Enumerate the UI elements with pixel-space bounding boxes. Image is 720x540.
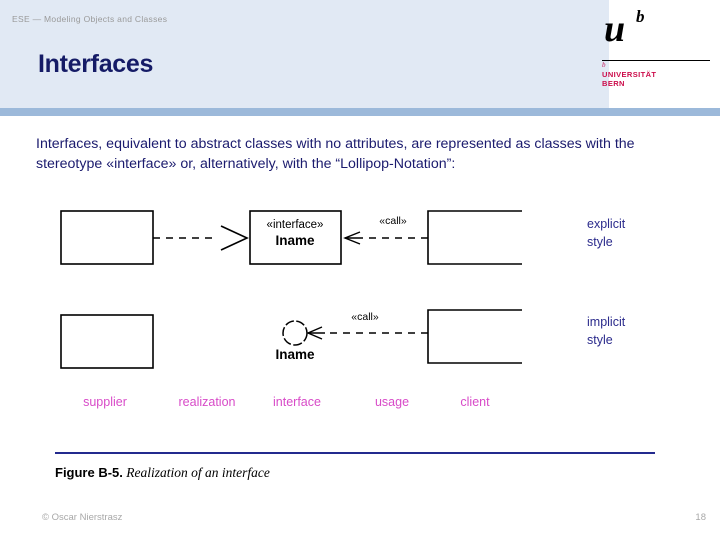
interface-stereotype-label: «interface» <box>267 219 324 231</box>
client-class-box-implicit <box>427 309 522 364</box>
slide-footer: © Oscar Nierstrasz 18 <box>0 512 720 534</box>
page-title: Interfaces <box>38 50 154 78</box>
client-class-box-explicit <box>427 210 522 265</box>
supplier-class-box-explicit <box>60 210 154 265</box>
usage-stereotype-label-explicit: «call» <box>379 215 407 227</box>
logo-small-b: b <box>602 61 606 69</box>
explicit-style-note-line2: style <box>587 235 613 249</box>
lollipop-interface-name-label: Iname <box>275 347 315 362</box>
footer-copyright: © Oscar Nierstrasz <box>42 512 123 523</box>
role-label-interface: interface <box>273 395 321 409</box>
logo-letter-b: b <box>636 7 645 26</box>
figure-caption-block: Figure B-5. Realization of an interface <box>55 452 665 481</box>
usage-stereotype-label-implicit: «call» <box>351 311 379 323</box>
logo-university-text: UNIVERSITÄT BERN <box>602 70 656 88</box>
implicit-style-note-line2: style <box>587 333 613 347</box>
role-label-realization: realization <box>179 395 236 409</box>
explicit-style-note-line1: explicit <box>587 217 626 231</box>
footer-page-number: 18 <box>695 512 706 523</box>
logo-university-line1: UNIVERSITÄT <box>602 70 657 79</box>
logo-university-line2: BERN <box>602 79 625 88</box>
role-label-supplier: supplier <box>83 395 127 409</box>
implicit-style-note-line1: implicit <box>587 315 626 329</box>
university-logo: u b b UNIVERSITÄT BERN <box>600 8 712 100</box>
figure-caption-number: Figure B-5. <box>55 465 123 480</box>
role-label-client: client <box>460 395 490 409</box>
header-accent-band <box>0 108 720 116</box>
lollipop-circle-icon <box>282 320 308 346</box>
role-label-usage: usage <box>375 395 409 409</box>
logo-divider <box>602 60 710 61</box>
interface-name-label: Iname <box>275 233 315 248</box>
figure-caption: Figure B-5. Realization of an interface <box>55 465 665 481</box>
realization-arrowhead-icon <box>220 225 249 251</box>
course-breadcrumb: ESE — Modeling Objects and Classes <box>12 14 168 24</box>
logo-letter-u: u <box>604 8 626 50</box>
caption-divider <box>55 452 655 454</box>
figure-caption-title: Realization of an interface <box>126 465 270 480</box>
supplier-class-box-implicit <box>60 314 154 369</box>
body-paragraph: Interfaces, equivalent to abstract class… <box>36 136 635 172</box>
